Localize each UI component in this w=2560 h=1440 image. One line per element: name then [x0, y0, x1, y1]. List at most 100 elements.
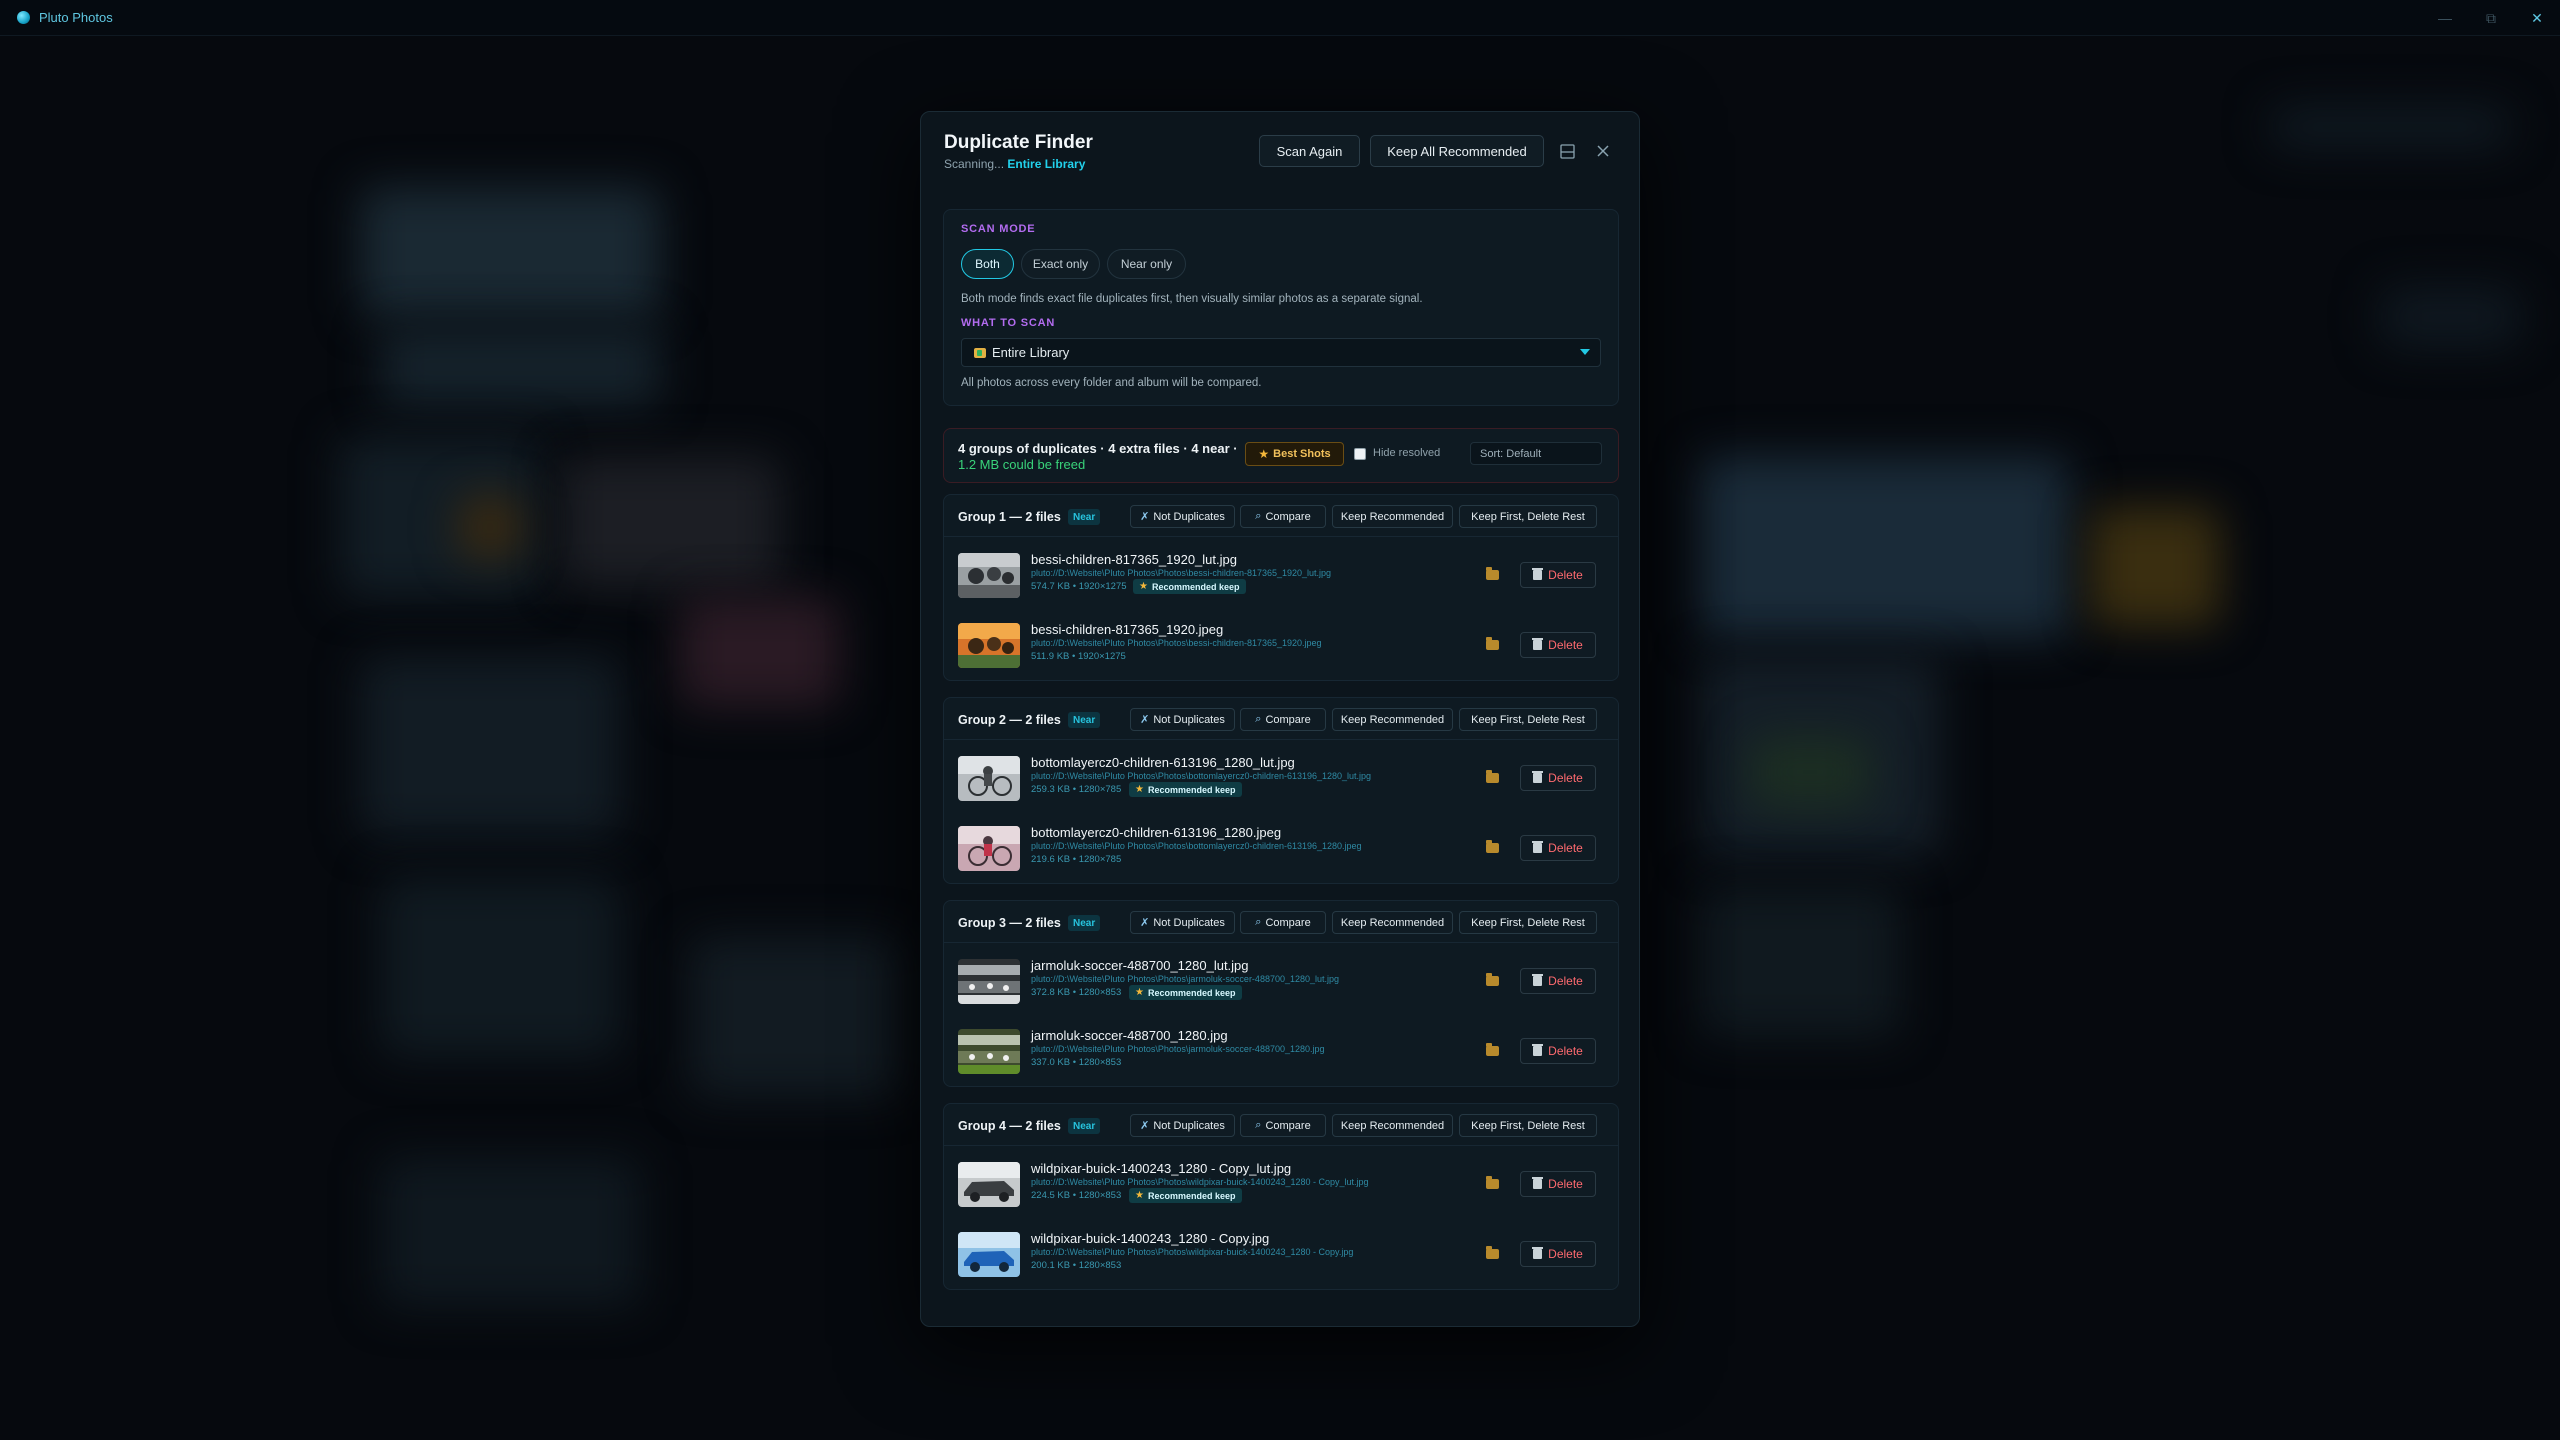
delete-button[interactable]: Delete — [1520, 632, 1596, 658]
keep-recommended-button[interactable]: Keep Recommended — [1332, 1114, 1453, 1137]
delete-button[interactable]: Delete — [1520, 968, 1596, 994]
trash-icon — [1532, 974, 1544, 986]
folder-icon[interactable] — [1486, 567, 1499, 580]
delete-label: Delete — [1548, 841, 1583, 855]
compare-button[interactable]: ⌕ Compare — [1240, 505, 1326, 528]
scan-mode-near-only[interactable]: Near only — [1107, 249, 1186, 279]
folder-icon[interactable] — [1486, 1176, 1499, 1189]
chevron-down-icon — [1580, 349, 1590, 355]
folder-icon[interactable] — [1486, 1043, 1499, 1056]
minimize-button[interactable]: — — [2422, 0, 2468, 36]
not-duplicates-button[interactable]: ✗ Not Duplicates — [1130, 1114, 1235, 1137]
sort-select[interactable]: Sort: Default — [1470, 442, 1602, 465]
keep-first-delete-rest-button[interactable]: Keep First, Delete Rest — [1459, 708, 1597, 731]
file-path: pluto://D:\Website\Pluto Photos\Photos\j… — [1031, 974, 1340, 984]
scan-scope-select[interactable]: Entire Library — [961, 338, 1601, 367]
group-title: Group 1 — 2 files — [958, 510, 1061, 524]
delete-button[interactable]: Delete — [1520, 562, 1596, 588]
star-icon: ★ — [1139, 581, 1148, 592]
magnifier-icon: ⌕ — [1255, 916, 1262, 928]
keep-first-delete-rest-button[interactable]: Keep First, Delete Rest — [1459, 1114, 1597, 1137]
folder-icon[interactable] — [1486, 973, 1499, 986]
x-icon: ✗ — [1140, 511, 1150, 523]
compare-button[interactable]: ⌕ Compare — [1240, 1114, 1326, 1137]
file-path: pluto://D:\Website\Pluto Photos\Photos\j… — [1031, 1044, 1325, 1054]
duplicate-finder-dialog: Duplicate Finder Scanning... Entire Libr… — [920, 111, 1640, 1327]
best-shots-button[interactable]: ★ Best Shots — [1245, 442, 1344, 466]
photo-thumbnail[interactable] — [958, 553, 1020, 598]
layout-toggle-icon[interactable] — [1557, 141, 1577, 161]
file-name: jarmoluk-soccer-488700_1280_lut.jpg — [1031, 958, 1249, 973]
not-duplicates-label: Not Duplicates — [1153, 713, 1225, 726]
keep-recommended-button[interactable]: Keep Recommended — [1332, 505, 1453, 528]
magnifier-icon: ⌕ — [1255, 1119, 1262, 1131]
file-name: wildpixar-buick-1400243_1280 - Copy.jpg — [1031, 1231, 1270, 1246]
not-duplicates-button[interactable]: ✗ Not Duplicates — [1130, 505, 1235, 528]
delete-button[interactable]: Delete — [1520, 1171, 1596, 1197]
not-duplicates-button[interactable]: ✗ Not Duplicates — [1130, 911, 1235, 934]
duplicate-group: Group 3 — 2 files Near ✗ Not Duplicates ⌕… — [943, 900, 1619, 1087]
trash-icon — [1532, 638, 1544, 650]
scan-mode-both[interactable]: Both — [961, 249, 1014, 279]
file-name: wildpixar-buick-1400243_1280 - Copy_lut.… — [1031, 1161, 1292, 1176]
photo-thumbnail[interactable] — [958, 1232, 1020, 1277]
photo-thumbnail[interactable] — [958, 959, 1020, 1004]
photo-thumbnail[interactable] — [958, 1029, 1020, 1074]
space-freed: 1.2 MB could be freed — [958, 457, 1086, 472]
duplicate-group: Group 1 — 2 files Near ✗ Not Duplicates ⌕… — [943, 494, 1619, 681]
file-path: pluto://D:\Website\Pluto Photos\Photos\b… — [1031, 841, 1362, 851]
keep-recommended-button[interactable]: Keep Recommended — [1332, 911, 1453, 934]
x-icon: ✗ — [1140, 917, 1150, 929]
not-duplicates-button[interactable]: ✗ Not Duplicates — [1130, 708, 1235, 731]
trash-icon — [1532, 1177, 1544, 1189]
compare-button[interactable]: ⌕ Compare — [1240, 708, 1326, 731]
hide-resolved-checkbox[interactable] — [1354, 448, 1366, 460]
photo-thumbnail[interactable] — [958, 1162, 1020, 1207]
recommended-keep-badge: ★ Recommended keep — [1133, 579, 1246, 594]
delete-button[interactable]: Delete — [1520, 765, 1596, 791]
photo-thumbnail[interactable] — [958, 623, 1020, 668]
near-badge: Near — [1068, 1118, 1101, 1134]
compare-label: Compare — [1265, 916, 1311, 929]
best-shots-label: Best Shots — [1273, 448, 1331, 460]
star-icon: ★ — [1258, 447, 1270, 461]
delete-button[interactable]: Delete — [1520, 1038, 1596, 1064]
results-summary: 4 groups of duplicates · 4 extra files ·… — [943, 428, 1619, 483]
photo-thumbnail[interactable] — [958, 756, 1020, 801]
keep-all-recommended-button[interactable]: Keep All Recommended — [1370, 135, 1544, 167]
file-path: pluto://D:\Website\Pluto Photos\Photos\w… — [1031, 1177, 1369, 1187]
delete-button[interactable]: Delete — [1520, 1241, 1596, 1267]
close-icon[interactable] — [1593, 141, 1613, 161]
scan-settings-panel: SCAN MODE Both Exact only Near only Both… — [943, 209, 1619, 406]
recommended-keep-badge: ★ Recommended keep — [1129, 1188, 1242, 1203]
folder-icon[interactable] — [1486, 770, 1499, 783]
folder-icon[interactable] — [1486, 840, 1499, 853]
file-name: bessi-children-817365_1920_lut.jpg — [1031, 552, 1237, 567]
scan-again-button[interactable]: Scan Again — [1259, 135, 1360, 167]
delete-label: Delete — [1548, 1247, 1583, 1261]
maximize-button[interactable]: ⧉ — [2468, 0, 2514, 36]
file-row: bessi-children-817365_1920_lut.jpg pluto… — [944, 540, 1618, 610]
scanning-prefix: Scanning... — [944, 157, 1008, 171]
delete-label: Delete — [1548, 568, 1583, 582]
folder-icon[interactable] — [1486, 637, 1499, 650]
scan-mode-exact-only[interactable]: Exact only — [1021, 249, 1100, 279]
keep-first-delete-rest-button[interactable]: Keep First, Delete Rest — [1459, 911, 1597, 934]
photo-thumbnail[interactable] — [958, 826, 1020, 871]
x-icon: ✗ — [1140, 1120, 1150, 1132]
x-icon: ✗ — [1140, 714, 1150, 726]
scan-mode-label: SCAN MODE — [961, 223, 1036, 235]
compare-label: Compare — [1265, 1119, 1311, 1132]
star-icon: ★ — [1135, 784, 1144, 795]
keep-recommended-button[interactable]: Keep Recommended — [1332, 708, 1453, 731]
window-close-button[interactable]: ✕ — [2514, 0, 2560, 36]
compare-button[interactable]: ⌕ Compare — [1240, 911, 1326, 934]
file-meta: 372.8 KB • 1280×853 — [1031, 987, 1122, 998]
delete-button[interactable]: Delete — [1520, 835, 1596, 861]
trash-icon — [1532, 841, 1544, 853]
folder-icon[interactable] — [1486, 1246, 1499, 1259]
file-meta: 511.9 KB • 1920×1275 — [1031, 651, 1126, 662]
file-meta: 219.6 KB • 1280×785 — [1031, 854, 1122, 865]
magnifier-icon: ⌕ — [1255, 510, 1262, 522]
keep-first-delete-rest-button[interactable]: Keep First, Delete Rest — [1459, 505, 1597, 528]
